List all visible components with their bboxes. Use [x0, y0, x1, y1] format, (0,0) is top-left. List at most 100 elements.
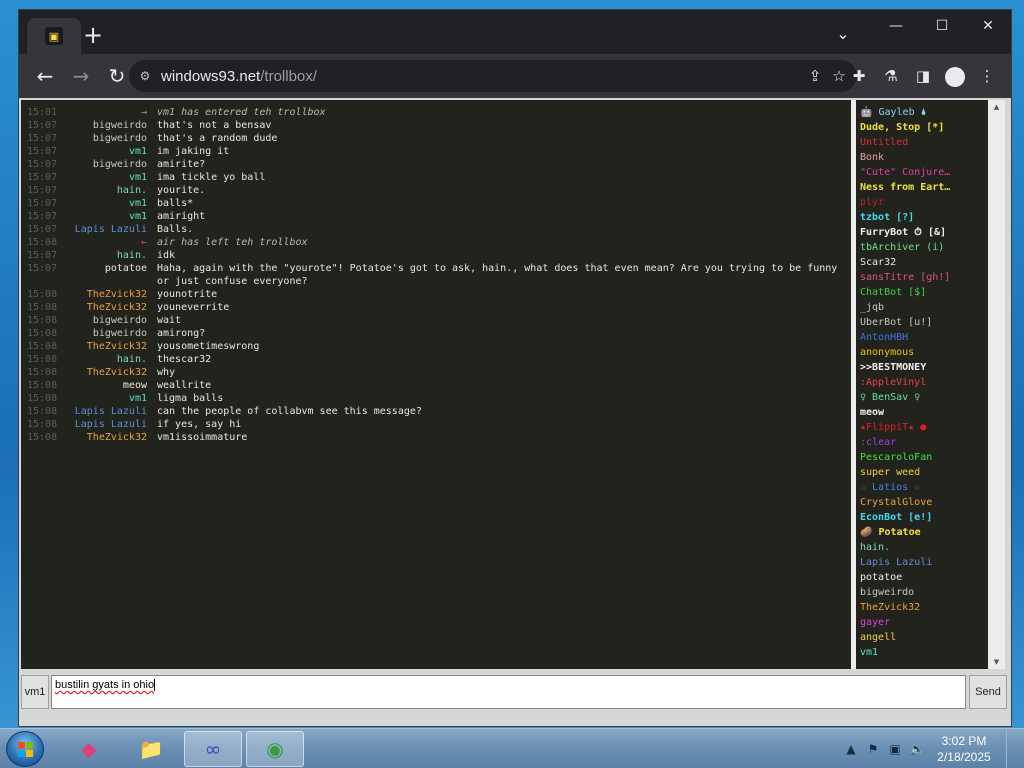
url-text[interactable]: windows93.net/trollbox/ [161, 68, 317, 85]
user-list-item[interactable]: tbArchiver (i) [856, 240, 988, 255]
message-nick[interactable]: hain. [63, 184, 151, 197]
maximize-button[interactable]: ☐ [919, 10, 965, 42]
browser-menu-icon[interactable]: ⋮ [971, 60, 1003, 92]
user-list-item[interactable]: hain. [856, 540, 988, 555]
extensions-icon[interactable]: ✚ [843, 60, 875, 92]
profile-avatar-icon[interactable] [939, 60, 971, 92]
message-nick[interactable]: TheZvick32 [63, 431, 151, 444]
side-panel-icon[interactable]: ◨ [907, 60, 939, 92]
message-nick[interactable]: vm1 [63, 145, 151, 158]
user-list-item[interactable]: "Cute" Conjure… [856, 165, 988, 180]
user-list-item[interactable]: potatoe [856, 570, 988, 585]
user-list-item[interactable]: sansTitre [gh!] [856, 270, 988, 285]
user-list-item[interactable]: angell [856, 630, 988, 645]
message-nick[interactable]: hain. [63, 249, 151, 262]
user-list-item[interactable]: UberBot [u!] [856, 315, 988, 330]
tab-trollbox[interactable]: ▣ [27, 18, 81, 54]
user-list-item[interactable]: Scar32 [856, 255, 988, 270]
user-list-item[interactable]: 🤖 Gayleb 🌢 [856, 105, 988, 120]
user-list-item[interactable]: plyr [856, 195, 988, 210]
chat-message: 15:07 vm1 im jaking it [23, 145, 851, 158]
message-nick[interactable]: potatoe [63, 262, 151, 288]
message-nick[interactable]: TheZvick32 [63, 366, 151, 379]
user-list-item[interactable]: Untitled [856, 135, 988, 150]
tab-search-icon[interactable]: ⌄ [831, 24, 855, 48]
message-nick[interactable]: Lapis Lazuli [63, 418, 151, 431]
message-nick[interactable]: TheZvick32 [63, 340, 151, 353]
user-list-item[interactable]: 🥔 Potatoe [856, 525, 988, 540]
user-list-item[interactable]: Lapis Lazuli [856, 555, 988, 570]
user-list-item[interactable]: CrystalGlove [856, 495, 988, 510]
user-list-item[interactable]: meow [856, 405, 988, 420]
clock[interactable]: 3:02 PM 2/18/2025 [928, 733, 1000, 765]
chat-message: 15:08 bigweirdo wait [23, 314, 851, 327]
user-list-item[interactable]: FurryBot ⏱ [&] [856, 225, 988, 240]
user-list-item[interactable]: AntonHBH [856, 330, 988, 345]
message-nick[interactable]: bigweirdo [63, 327, 151, 340]
show-desktop-button[interactable] [1006, 729, 1016, 768]
taskbar-app-button[interactable]: ∞ [184, 731, 242, 767]
message-nick[interactable]: vm1 [63, 171, 151, 184]
show-hidden-icons-icon[interactable]: ▲ [840, 742, 862, 756]
start-button[interactable] [6, 731, 44, 767]
site-info-icon[interactable]: ⚙ [129, 69, 161, 83]
message-nick[interactable]: bigweirdo [63, 132, 151, 145]
minimize-button[interactable]: — [873, 10, 919, 42]
message-nick[interactable]: TheZvick32 [63, 288, 151, 301]
user-list-item[interactable]: ★FlippiT★ ● [856, 420, 988, 435]
nickname-button[interactable]: vm1 [21, 675, 49, 709]
user-list-item[interactable]: super weed [856, 465, 988, 480]
share-icon[interactable]: ⇪ [803, 67, 827, 85]
message-nick[interactable]: hain. [63, 353, 151, 366]
message-nick[interactable]: bigweirdo [63, 158, 151, 171]
taskbar-app-button[interactable]: ◉ [246, 731, 304, 767]
back-button[interactable]: ← [29, 60, 61, 92]
user-list-item[interactable]: tzbot [?] [856, 210, 988, 225]
user-list-item[interactable]: Ness from Eart… [856, 180, 988, 195]
user-list-item[interactable]: :AppleVinyl [856, 375, 988, 390]
address-bar[interactable]: ⚙ windows93.net/trollbox/ ⇪ ☆ [129, 60, 857, 92]
message-nick[interactable]: meow [63, 379, 151, 392]
user-list-item[interactable]: Bonk [856, 150, 988, 165]
user-list-item[interactable]: ☆ Latios ☆ [856, 480, 988, 495]
user-list-item[interactable]: >>BESTMONEY [856, 360, 988, 375]
action-center-flag-icon[interactable]: ⚑ [862, 742, 884, 756]
chat-log[interactable]: 15:01 → vm1 has entered teh trollbox 15:07 b… [21, 100, 851, 669]
user-list-item[interactable]: anonymous [856, 345, 988, 360]
user-list-item[interactable]: gayer [856, 615, 988, 630]
user-list-item[interactable]: _jqb [856, 300, 988, 315]
scroll-up-icon[interactable]: ▲ [988, 100, 1005, 114]
taskbar-app-button[interactable]: ◆ [60, 731, 118, 767]
new-tab-button[interactable]: + [79, 22, 107, 50]
user-list-item[interactable]: :clear [856, 435, 988, 450]
network-icon[interactable]: ▣ [884, 742, 906, 756]
message-nick[interactable]: vm1 [63, 210, 151, 223]
user-list-item[interactable]: EconBot [e!] [856, 510, 988, 525]
user-list-item[interactable]: vm1 [856, 645, 988, 660]
message-input[interactable]: bustilin gyats in ohio [51, 675, 966, 709]
message-nick[interactable]: vm1 [63, 392, 151, 405]
forward-button[interactable]: → [65, 60, 97, 92]
message-nick[interactable]: bigweirdo [63, 314, 151, 327]
message-nick[interactable]: Lapis Lazuli [63, 405, 151, 418]
user-list-item[interactable]: ♀ BenSav ♀ [856, 390, 988, 405]
user-list-scrollbar[interactable]: ▲ ▼ [988, 100, 1005, 669]
user-list-item[interactable]: ChatBot [$] [856, 285, 988, 300]
volume-muted-icon[interactable]: 🔈 [906, 742, 928, 756]
message-nick[interactable]: vm1 [63, 197, 151, 210]
message-nick[interactable]: ← [63, 236, 151, 249]
user-list-item[interactable]: bigweirdo [856, 585, 988, 600]
message-nick[interactable]: → [63, 106, 151, 119]
send-button[interactable]: Send [969, 675, 1007, 709]
user-list[interactable]: 🤖 Gayleb 🌢 Dude, Stop [*] Untitled Bonk "Cut… [856, 100, 988, 669]
user-list-item[interactable]: PescaroloFan [856, 450, 988, 465]
labs-icon[interactable]: ⚗ [875, 60, 907, 92]
close-button[interactable]: ✕ [965, 10, 1011, 42]
scroll-down-icon[interactable]: ▼ [988, 655, 1005, 669]
taskbar-app-button[interactable]: 📁 [122, 731, 180, 767]
message-nick[interactable]: TheZvick32 [63, 301, 151, 314]
user-list-item[interactable]: Dude, Stop [*] [856, 120, 988, 135]
user-list-item[interactable]: TheZvick32 [856, 600, 988, 615]
message-nick[interactable]: Lapis Lazuli [63, 223, 151, 236]
message-nick[interactable]: bigweirdo [63, 119, 151, 132]
